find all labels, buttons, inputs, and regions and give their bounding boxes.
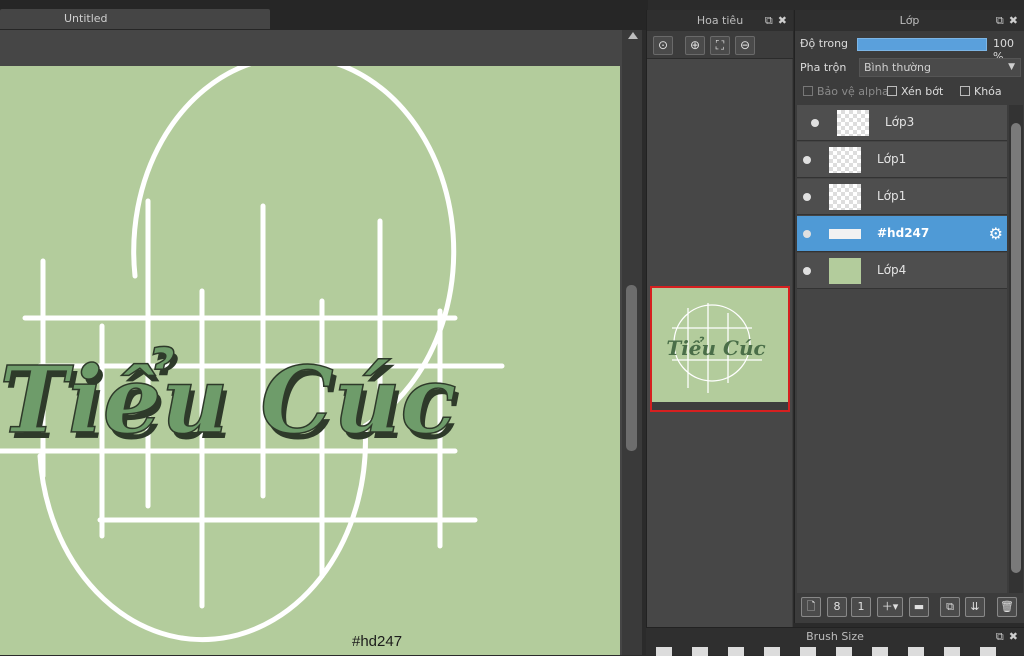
layer-item[interactable]: Lớp1 [797, 179, 1007, 215]
opacity-slider[interactable] [857, 38, 987, 51]
layer-name: Lớp1 [877, 152, 907, 166]
drawing-canvas[interactable]: Tiểu Cúc Tiểu Cúc #hd247 tieuyeitinh2711… [0, 66, 620, 655]
zoom-fit-icon[interactable]: ⊙ [653, 36, 673, 55]
navigator-thumbnail[interactable]: Tiểu Cúc [650, 286, 790, 412]
navigator-header: Hoa tiêu ⧉ ✖ [647, 10, 793, 31]
opacity-row: Độ trong 100 % [795, 33, 1024, 63]
thumbnail-title: Tiểu Cúc [666, 335, 765, 360]
clip-label: Xén bớt [901, 85, 944, 98]
close-icon[interactable]: ✖ [1009, 14, 1018, 27]
brush-size-header: Brush Size ⧉ ✖ [646, 628, 1024, 646]
layer-panel-title: Lớp [899, 14, 920, 27]
brush-size-title: Brush Size [806, 630, 864, 643]
document-tab[interactable]: Untitled [0, 9, 270, 29]
scroll-up-arrow-icon[interactable] [628, 32, 638, 39]
lock-checkbox[interactable]: Khóa [960, 85, 1002, 98]
folder-icon[interactable]: ▬ [909, 597, 929, 617]
protect-alpha-checkbox[interactable]: Bảo vệ alpha [803, 85, 889, 98]
opacity-label: Độ trong [800, 37, 849, 50]
layer-panel: Lớp ⧉ ✖ Độ trong 100 % Pha trộn Bình thườ… [794, 10, 1024, 623]
layer-scrollbar[interactable] [1009, 105, 1023, 593]
canvas-scroll-thumb[interactable] [626, 285, 637, 451]
layer-item[interactable]: Lớp3 [797, 105, 1007, 141]
clip-checkbox[interactable]: Xén bớt [887, 85, 943, 98]
lock-label: Khóa [974, 85, 1002, 98]
layer-header: Lớp ⧉ ✖ [795, 10, 1024, 31]
visibility-eye-icon[interactable] [811, 119, 819, 127]
layer-scroll-thumb[interactable] [1011, 123, 1021, 573]
popout-icon[interactable]: ⧉ [765, 14, 773, 27]
close-icon[interactable]: ✖ [778, 14, 787, 27]
layer-thumbnail [829, 147, 861, 173]
new-layer-icon[interactable]: 🗋 [801, 597, 821, 617]
blend-mode-value: Bình thường [864, 61, 931, 74]
protect-alpha-label: Bảo vệ alpha [817, 85, 889, 98]
visibility-eye-icon[interactable] [803, 267, 811, 275]
layer-name: Lớp4 [877, 263, 907, 277]
layer-options-row: Bảo vệ alpha Xén bớt Khóa [795, 81, 1024, 103]
canvas-area: Tiểu Cúc Tiểu Cúc #hd247 tieuyeitinh2711… [0, 30, 622, 655]
layer-name: Lớp3 [885, 115, 915, 129]
close-icon[interactable]: ✖ [1009, 630, 1018, 643]
add-layer-menu-icon[interactable]: ＋▾ [877, 597, 903, 617]
layer-thumbnail [837, 110, 869, 136]
popout-icon[interactable]: ⧉ [996, 14, 1004, 27]
new-8bit-layer-icon[interactable]: 8 [827, 597, 847, 617]
title-text: Tiểu Cúc [0, 346, 457, 454]
layer-name: Lớp1 [877, 189, 907, 203]
zoom-in-icon[interactable]: ⊕ [685, 36, 705, 55]
zoom-out-icon[interactable]: ⊖ [735, 36, 755, 55]
navigator-panel: Hoa tiêu ⧉ ✖ ⊙ ⊕ ⛶ ⊖ Tiểu Cúc [646, 10, 793, 655]
brush-size-panel: Brush Size ⧉ ✖ [646, 627, 1024, 656]
gear-icon[interactable]: ⚙ [989, 224, 1003, 243]
visibility-eye-icon[interactable] [803, 193, 811, 201]
thumbnail-svg: Tiểu Cúc [652, 303, 788, 410]
popout-icon[interactable]: ⧉ [996, 630, 1004, 643]
trash-icon[interactable]: 🗑 [997, 597, 1017, 617]
layer-list: Lớp3 Lớp1 Lớp1 #hd247 ⚙ Lớp4 [797, 105, 1007, 593]
navigator-toolbar: ⊙ ⊕ ⛶ ⊖ [647, 31, 793, 59]
layer-item[interactable]: Lớp4 [797, 253, 1007, 289]
visibility-eye-icon[interactable] [803, 156, 811, 164]
layer-thumbnail [829, 229, 861, 239]
layer-item[interactable]: Lớp1 [797, 142, 1007, 178]
navigator-title: Hoa tiêu [696, 14, 744, 27]
hashtag-text: #hd247 [352, 633, 402, 650]
layer-thumbnail [829, 184, 861, 210]
blend-row: Pha trộn Bình thường ▼ [795, 56, 1024, 78]
merge-layer-icon[interactable]: ⇊ [965, 597, 985, 617]
artwork-svg: Tiểu Cúc Tiểu Cúc #hd247 tieuyeitinh2711… [0, 66, 505, 650]
navigator-view[interactable]: Tiểu Cúc [647, 59, 792, 632]
visibility-eye-icon[interactable] [803, 230, 811, 238]
fit-window-icon[interactable]: ⛶ [710, 36, 730, 55]
chevron-down-icon: ▼ [1008, 62, 1015, 72]
layer-name: #hd247 [877, 226, 930, 240]
blend-mode-select[interactable]: Bình thường ▼ [859, 58, 1021, 77]
layer-item-selected[interactable]: #hd247 ⚙ [797, 216, 1007, 252]
blend-label: Pha trộn [800, 61, 847, 74]
duplicate-layer-icon[interactable]: ⧉ [940, 597, 960, 617]
new-1bit-layer-icon[interactable]: 1 [851, 597, 871, 617]
layer-thumbnail [829, 258, 861, 284]
layer-toolbar: 🗋 8 1 ＋▾ ▬ ⧉ ⇊ 🗑 [795, 593, 1024, 623]
